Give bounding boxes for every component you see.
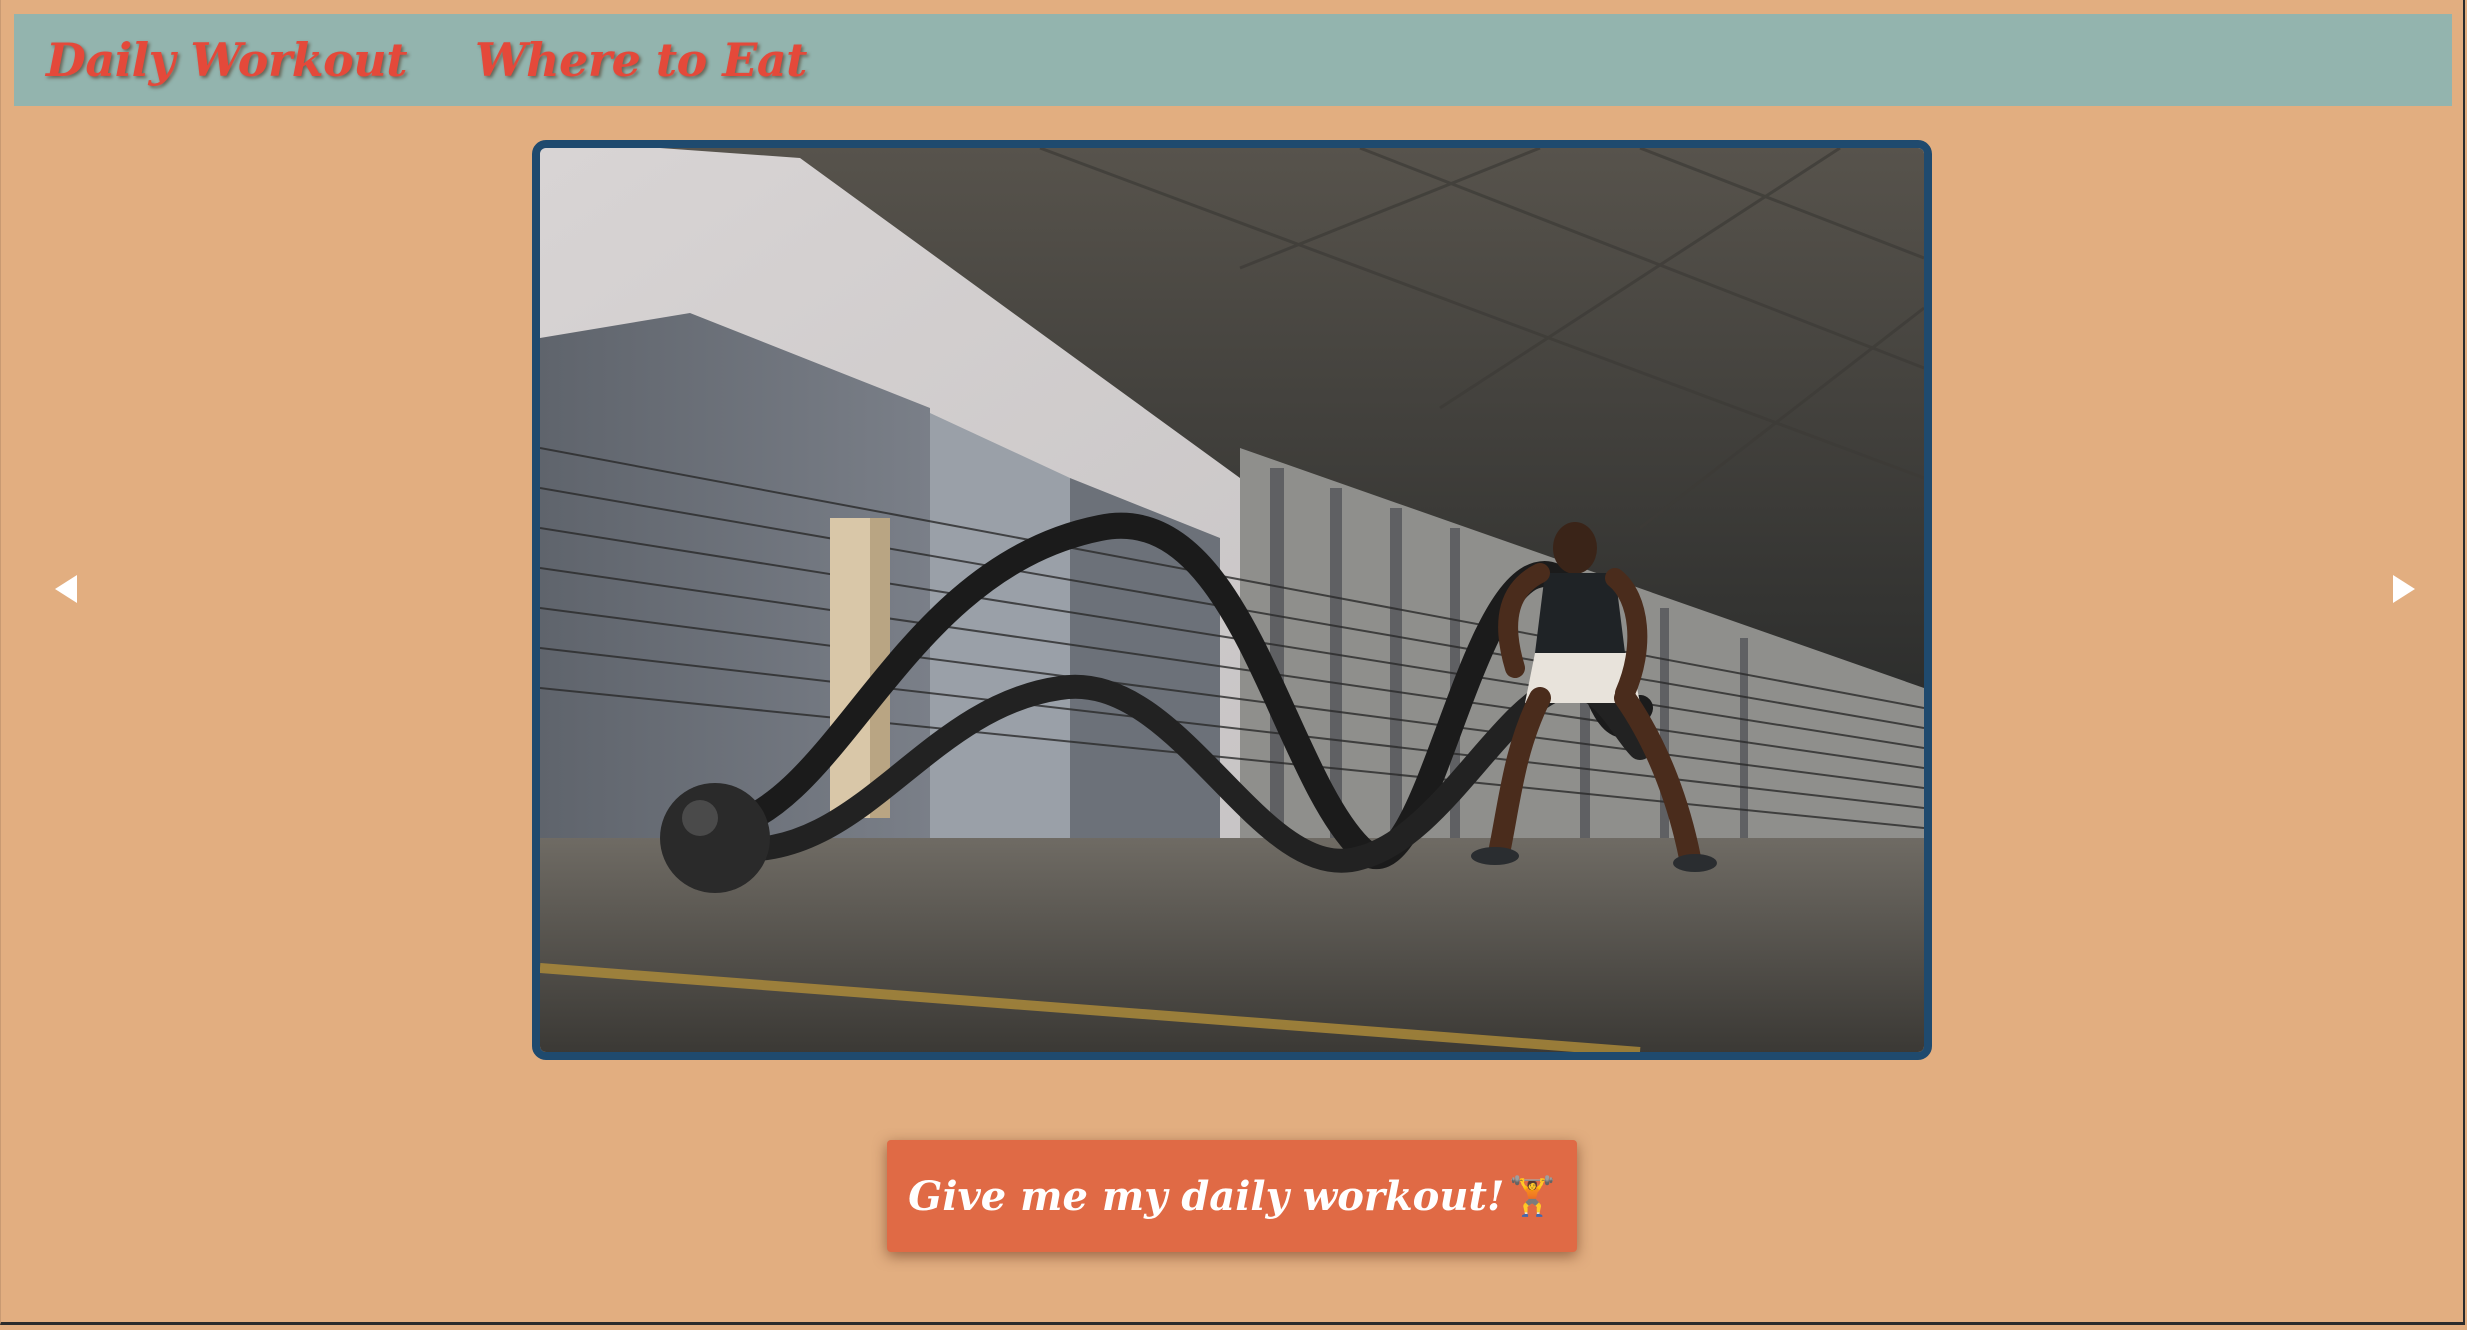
top-navbar: Daily Workout Where to Eat <box>14 14 2452 106</box>
daily-workout-button[interactable]: Give me my daily workout! 🏋 <box>887 1140 1577 1252</box>
workout-photo <box>540 148 1924 1052</box>
carousel-prev-button[interactable] <box>46 564 86 614</box>
carousel-next-button[interactable] <box>2384 564 2424 614</box>
dumbbell-icon: 🏋 <box>1508 1173 1556 1218</box>
nav-link-daily-workout[interactable]: Daily Workout <box>46 33 407 87</box>
image-carousel <box>0 120 2467 1080</box>
nav-link-where-to-eat[interactable]: Where to Eat <box>475 33 807 87</box>
daily-workout-button-label: Give me my daily workout! <box>908 1172 1505 1220</box>
carousel-slide <box>532 140 1932 1060</box>
caret-left-icon <box>55 575 77 603</box>
caret-right-icon <box>2393 575 2415 603</box>
